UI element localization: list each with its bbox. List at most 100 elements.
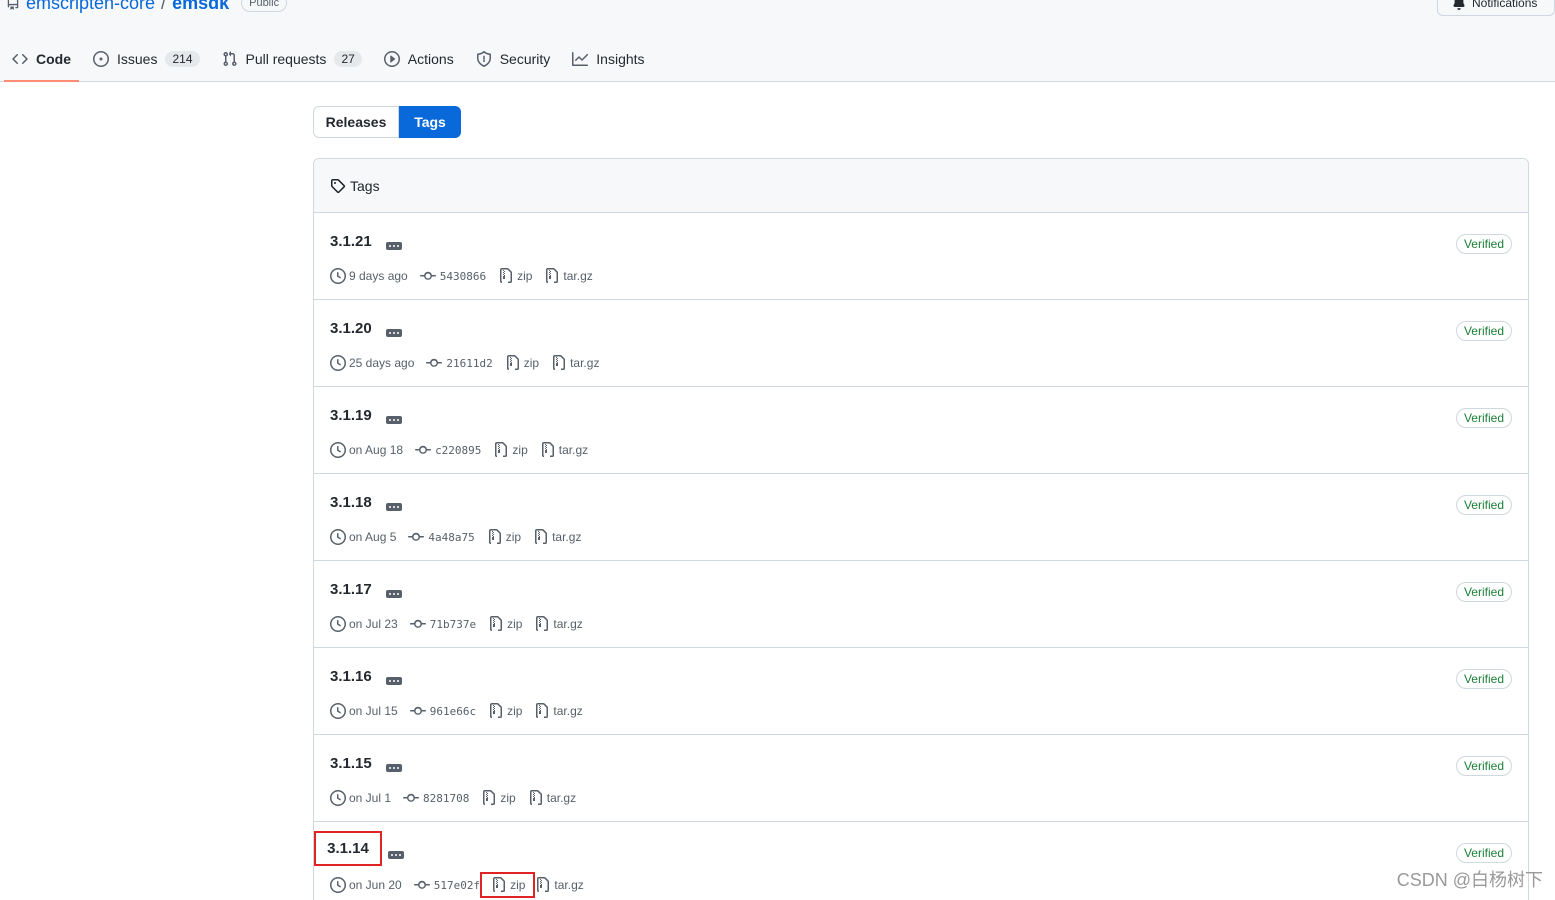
notifications-button[interactable]: Notifications (1437, 0, 1555, 16)
graph-icon (572, 52, 589, 66)
tab-label: Insights (596, 51, 645, 67)
commit-sha-link[interactable]: c220895 (435, 444, 481, 457)
tag-name-link[interactable]: 3.1.18 (330, 494, 372, 511)
file-zip-icon (483, 790, 496, 805)
file-zip-icon (500, 268, 513, 283)
targz-download-link[interactable]: tar.gz (534, 703, 583, 719)
tab-pull-requests[interactable]: Pull requests 27 (214, 40, 370, 78)
tag-name-link[interactable]: 3.1.19 (330, 407, 372, 424)
commit-sha-link[interactable]: 517e02f (434, 879, 480, 892)
tag-name-link[interactable]: 3.1.21 (330, 233, 372, 250)
zip-label: zip (510, 878, 526, 892)
tag-date: on Jul 1 (349, 791, 392, 805)
tags-list-title: Tags (350, 177, 380, 194)
tag-row: 3.1.21 9 days ago 5430866 zip tar.gz Ver… (314, 213, 1528, 300)
tab-insights[interactable]: Insights (564, 40, 652, 78)
releases-button[interactable]: Releases (313, 106, 399, 138)
verified-badge[interactable]: Verified (1455, 582, 1512, 602)
zip-label: zip (517, 269, 533, 283)
targz-download-link[interactable]: tar.gz (534, 616, 583, 632)
zip-download-link[interactable]: zip (498, 268, 532, 284)
commit-sha-link[interactable]: 71b737e (430, 618, 476, 631)
expand-details-button[interactable] (386, 764, 402, 772)
clock-icon (330, 877, 346, 893)
tag-date: on Jul 15 (349, 704, 398, 718)
tab-issues[interactable]: Issues 214 (85, 40, 208, 78)
targz-download-link[interactable]: tar.gz (535, 877, 584, 893)
tag-date: on Jul 23 (349, 617, 398, 631)
commit-sha-link[interactable]: 4a48a75 (428, 531, 474, 544)
bell-icon (1453, 0, 1465, 10)
expand-details-button[interactable] (386, 503, 402, 511)
verified-badge[interactable]: Verified (1455, 408, 1512, 428)
tag-meta: on Aug 5 4a48a75 zip tar.gz (330, 528, 593, 546)
clock-icon (330, 442, 346, 458)
repo-owner-link[interactable]: emscripten-core (26, 0, 155, 14)
zip-download-link[interactable]: zip (487, 529, 521, 545)
tag-row: 3.1.18 on Aug 5 4a48a75 zip tar.gz Verif… (314, 474, 1528, 561)
expand-details-button[interactable] (386, 416, 402, 424)
tag-row: 3.1.17 on Jul 23 71b737e zip tar.gz Veri… (314, 561, 1528, 648)
tag-date: 25 days ago (349, 356, 415, 370)
targz-label: tar.gz (558, 443, 589, 457)
zip-download-link[interactable]: zip (480, 872, 536, 898)
targz-label: tar.gz (546, 791, 577, 805)
zip-label: zip (507, 704, 523, 718)
zip-download-link[interactable]: zip (488, 616, 522, 632)
tag-meta: on Jul 1 8281708 zip tar.gz (330, 789, 588, 807)
zip-download-link[interactable]: zip (505, 355, 539, 371)
targz-download-link[interactable]: tar.gz (544, 268, 593, 284)
tag-name-link[interactable]: 3.1.20 (330, 320, 372, 337)
commit-icon (415, 445, 432, 454)
code-icon (12, 53, 28, 65)
tag-name-link[interactable]: 3.1.15 (330, 755, 372, 772)
tag-name-link[interactable]: 3.1.17 (330, 581, 372, 598)
repo-name-link[interactable]: emsdk (172, 0, 229, 14)
tags-button[interactable]: Tags (399, 106, 461, 138)
tab-security[interactable]: Security (468, 40, 559, 78)
file-zip-icon (536, 703, 549, 718)
targz-download-link[interactable]: tar.gz (551, 355, 599, 371)
targz-download-link[interactable]: tar.gz (528, 790, 576, 806)
tag-date: on Aug 5 (349, 530, 397, 544)
tab-label: Pull requests (245, 51, 327, 67)
tag-meta: 25 days ago 21611d2 zip tar.gz (330, 354, 611, 372)
verified-badge[interactable]: Verified (1455, 321, 1512, 341)
verified-badge[interactable]: Verified (1455, 495, 1512, 515)
expand-details-button[interactable] (386, 329, 402, 337)
zip-download-link[interactable]: zip (488, 703, 522, 719)
verified-badge[interactable]: Verified (1455, 843, 1512, 863)
verified-badge[interactable]: Verified (1455, 669, 1512, 689)
tag-name-link[interactable]: 3.1.14 (314, 831, 382, 866)
tag-date: on Jun 20 (349, 878, 402, 892)
commit-sha-link[interactable]: 8281708 (423, 792, 469, 805)
commit-icon (419, 271, 436, 280)
tab-actions[interactable]: Actions (376, 40, 462, 78)
zip-label: zip (507, 617, 523, 631)
targz-download-link[interactable]: tar.gz (540, 442, 588, 458)
targz-label: tar.gz (552, 530, 582, 544)
expand-details-button[interactable] (386, 590, 402, 598)
expand-details-button[interactable] (386, 677, 402, 685)
zip-download-link[interactable]: zip (493, 442, 528, 458)
shield-icon (476, 51, 491, 67)
targz-download-link[interactable]: tar.gz (533, 529, 581, 545)
releases-tags-toggle: Releases Tags (313, 106, 461, 138)
commit-sha-link[interactable]: 21611d2 (446, 357, 492, 370)
expand-details-button[interactable] (388, 851, 404, 859)
tab-label: Code (36, 51, 71, 67)
verified-badge[interactable]: Verified (1455, 234, 1512, 254)
commit-icon (426, 358, 443, 367)
zip-download-link[interactable]: zip (481, 790, 516, 806)
commit-sha-link[interactable]: 5430866 (440, 270, 486, 283)
tag-name-link[interactable]: 3.1.16 (330, 668, 372, 685)
file-zip-icon (493, 877, 506, 892)
repo-icon (7, 0, 19, 10)
tag-meta: on Jul 15 961e66c zip tar.gz (330, 702, 595, 720)
expand-details-button[interactable] (386, 242, 402, 250)
commit-sha-link[interactable]: 961e66c (430, 705, 476, 718)
issues-count: 214 (165, 51, 200, 67)
verified-badge[interactable]: Verified (1455, 756, 1512, 776)
file-zip-icon (553, 355, 566, 370)
tab-code[interactable]: Code (4, 40, 79, 82)
